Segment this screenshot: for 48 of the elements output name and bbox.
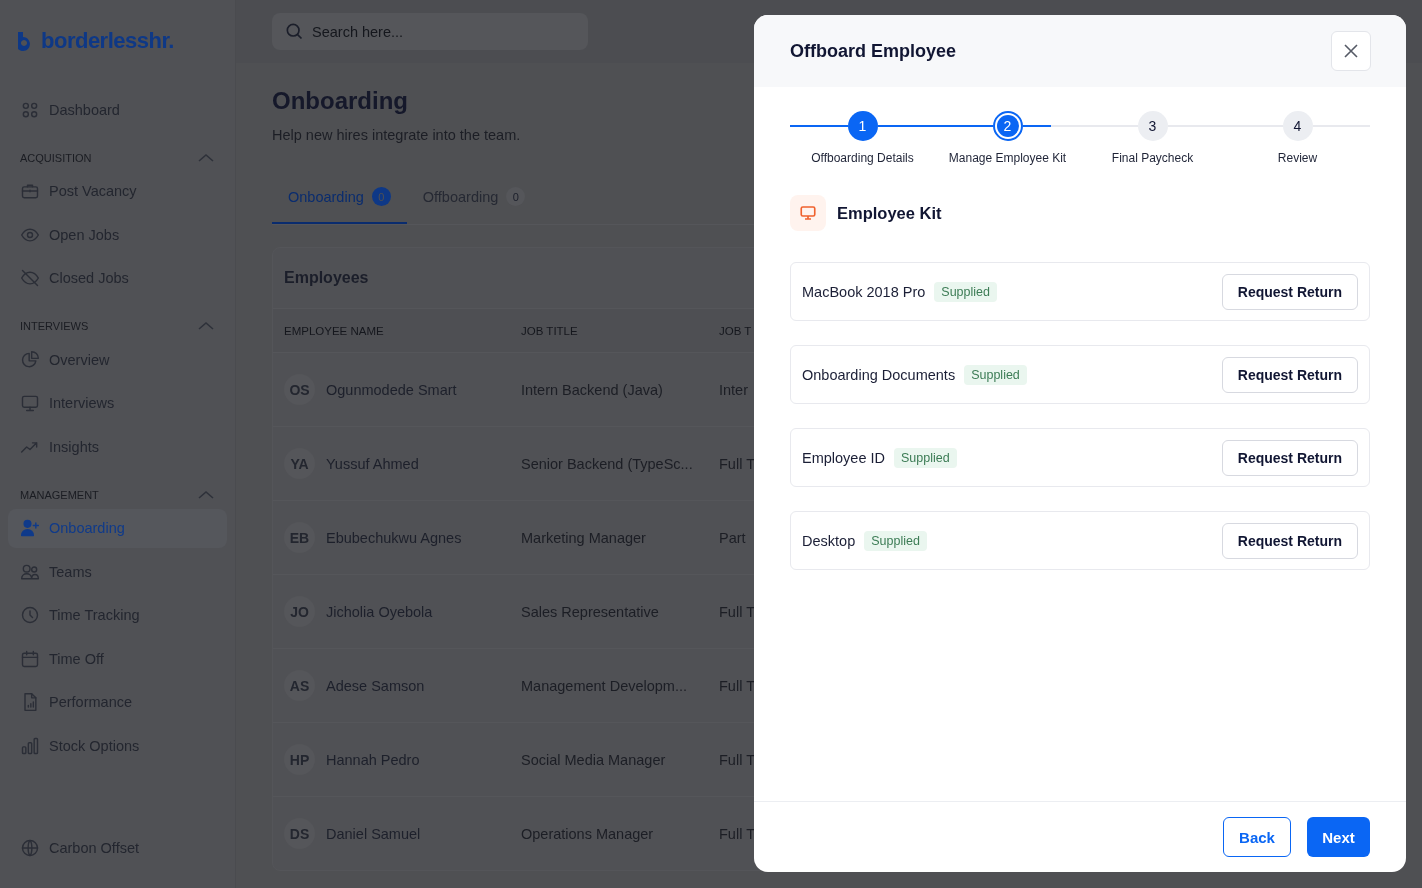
monitor-icon: [790, 195, 826, 231]
globe-icon: [20, 838, 40, 858]
status-tag: Supplied: [964, 364, 1027, 385]
status-tag: Supplied: [864, 530, 927, 551]
status-tag: Supplied: [934, 281, 997, 302]
step-label: Review: [1277, 151, 1318, 165]
chevron-up-icon[interactable]: [197, 152, 215, 163]
step-indicator: 3: [1137, 111, 1168, 141]
calendar-icon: [20, 648, 40, 669]
page-title: Onboarding: [272, 87, 409, 115]
step-label: Manage Employee Kit: [948, 151, 1067, 165]
next-button[interactable]: Next: [1307, 817, 1370, 857]
modal-title: Offboard Employee: [790, 40, 957, 62]
request-return-button[interactable]: Request Return: [1221, 439, 1358, 476]
count-badge: 0: [371, 187, 391, 206]
close-icon: [1344, 44, 1358, 58]
request-return-button[interactable]: Request Return: [1221, 273, 1358, 310]
logo-text: borderlesshr.: [41, 28, 174, 54]
chevron-up-icon[interactable]: [197, 489, 215, 500]
request-return-button[interactable]: Request Return: [1221, 356, 1358, 393]
kit-item-name: Onboarding Documents: [802, 366, 956, 383]
user-plus-icon: [20, 518, 40, 538]
request-return-button[interactable]: Request Return: [1221, 522, 1358, 559]
nav-item[interactable]: Onboarding: [8, 508, 227, 548]
status-tag: Supplied: [894, 447, 957, 468]
kit-item-name: Desktop: [802, 532, 856, 549]
monitor-icon: [20, 393, 40, 413]
bar-chart-icon: [20, 735, 40, 756]
step-indicator: 2: [992, 111, 1023, 141]
eye-off-icon: [20, 268, 40, 288]
briefcase-icon: [20, 181, 40, 201]
kit-item-name: Employee ID: [802, 449, 885, 466]
step-indicator: 1: [847, 111, 878, 141]
chevron-up-icon[interactable]: [197, 321, 215, 331]
step-label: Final Paycheck: [1111, 151, 1194, 165]
step-indicator: 4: [1282, 111, 1313, 141]
kit-item-name: MacBook 2018 Pro: [802, 283, 926, 300]
section-title: Employee Kit: [837, 203, 942, 223]
search-field[interactable]: Search here...: [272, 13, 588, 50]
close-button[interactable]: [1331, 31, 1371, 71]
clock-icon: [20, 605, 40, 625]
pie-chart-icon: [20, 349, 40, 370]
tab[interactable]: Onboarding 0: [272, 177, 407, 224]
column-header: EMPLOYEE NAME: [284, 324, 385, 337]
search-icon: [284, 21, 304, 41]
column-header: JOB TITLE: [521, 324, 579, 337]
back-button[interactable]: Back: [1223, 817, 1291, 857]
step-label: Offboarding Details: [811, 151, 914, 165]
